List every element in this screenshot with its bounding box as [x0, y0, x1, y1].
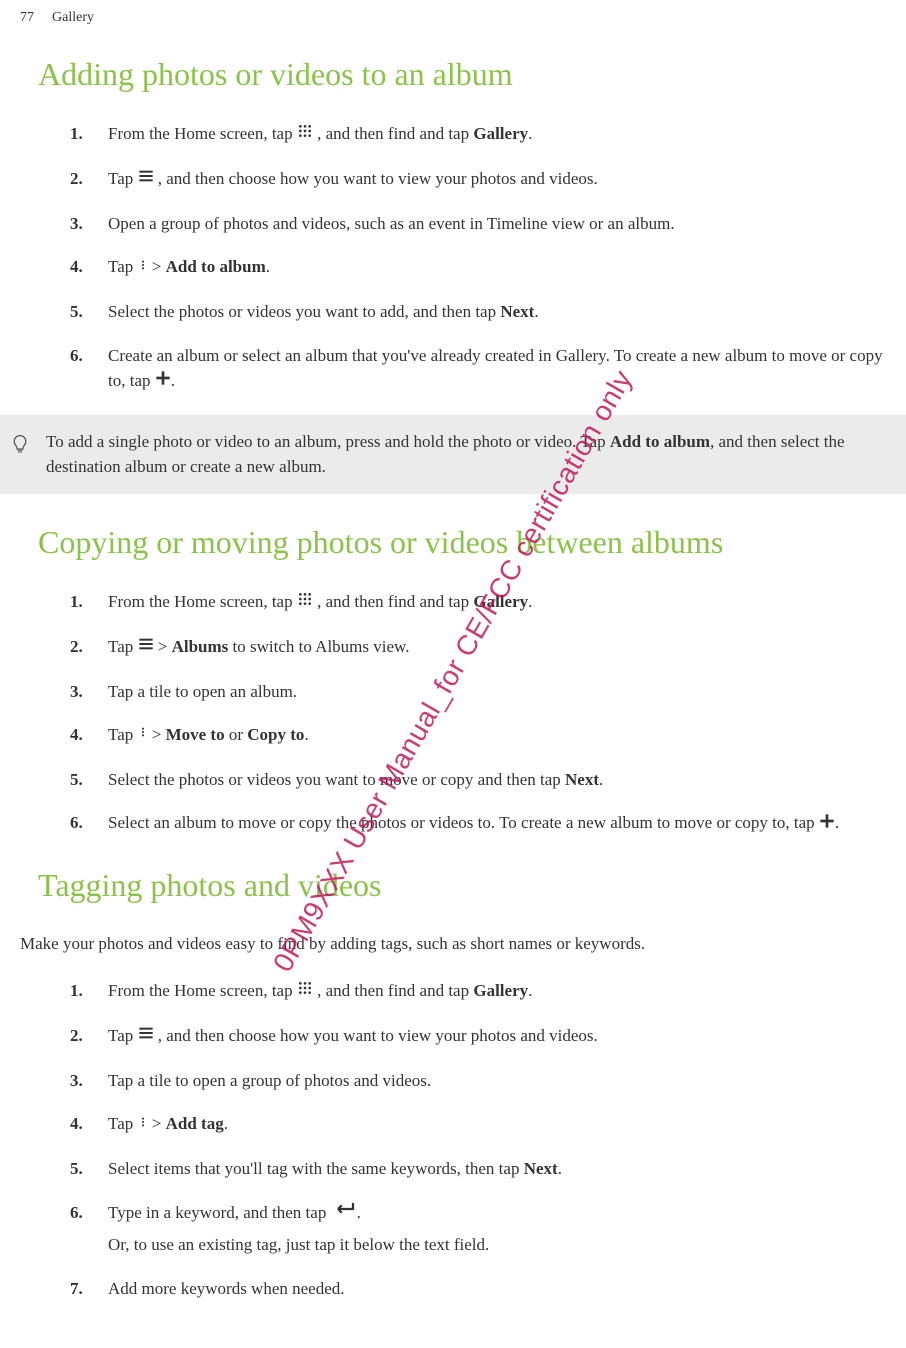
header-section: Gallery — [52, 10, 94, 26]
enter-icon — [331, 1200, 357, 1226]
step-item: 5. Select the photos or videos you want t… — [70, 299, 886, 325]
step-number: 5. — [70, 299, 88, 325]
step-item: 1. From the Home screen, tap , and then f… — [70, 978, 886, 1005]
step-item: 1. From the Home screen, tap , and then f… — [70, 589, 886, 616]
step-text: Add more keywords when needed. — [108, 1276, 886, 1302]
menu-icon — [138, 634, 154, 660]
step-number: 5. — [70, 767, 88, 793]
step-item: 2. Tap , and then choose how you want to … — [70, 1023, 886, 1050]
more-icon — [138, 255, 148, 281]
step-text: Tap , and then choose how you want to vi… — [108, 166, 886, 193]
step-number: 6. — [70, 810, 88, 836]
step-number: 1. — [70, 589, 88, 615]
section-intro: Make your photos and videos easy to find… — [20, 932, 906, 956]
steps-list: 1. From the Home screen, tap , and then f… — [70, 121, 886, 395]
step-item: 3. Open a group of photos and videos, suc… — [70, 211, 886, 237]
plus-icon — [155, 368, 171, 394]
step-text: Tap > Add tag. — [108, 1111, 886, 1138]
step-item: 6. Create an album or select an album tha… — [70, 343, 886, 395]
step-number: 1. — [70, 978, 88, 1004]
step-text: From the Home screen, tap , and then fin… — [108, 978, 886, 1005]
steps-list: 1. From the Home screen, tap , and then f… — [70, 978, 886, 1301]
step-number: 2. — [70, 1023, 88, 1049]
step-number: 6. — [70, 343, 88, 369]
step-text: Select an album to move or copy the phot… — [108, 810, 886, 837]
step-number: 4. — [70, 722, 88, 748]
step-item: 7. Add more keywords when needed. — [70, 1276, 886, 1302]
lightbulb-icon — [10, 433, 30, 460]
step-text: Tap > Move to or Copy to. — [108, 722, 886, 749]
step-item: 2. Tap , and then choose how you want to … — [70, 166, 886, 193]
step-item: 4. Tap > Add tag. — [70, 1111, 886, 1138]
step-number: 2. — [70, 166, 88, 192]
step-item: 6. Type in a keyword, and then tap .Or, t… — [70, 1200, 886, 1258]
step-text: Open a group of photos and videos, such … — [108, 211, 886, 237]
plus-icon — [819, 811, 835, 837]
step-text: Tap > Albums to switch to Albums view. — [108, 634, 886, 661]
apps-icon — [297, 978, 313, 1004]
steps-list: 1. From the Home screen, tap , and then f… — [70, 589, 886, 837]
step-number: 4. — [70, 254, 88, 280]
step-number: 3. — [70, 679, 88, 705]
page-header: 77 Gallery — [0, 10, 906, 26]
step-text: Select items that you'll tag with the sa… — [108, 1156, 886, 1182]
apps-icon — [297, 121, 313, 147]
step-item: 4. Tap > Move to or Copy to. — [70, 722, 886, 749]
section-heading: Adding photos or videos to an album — [38, 56, 906, 93]
page-number: 77 — [20, 10, 34, 26]
step-item: 2. Tap > Albums to switch to Albums view. — [70, 634, 886, 661]
step-text: Select the photos or videos you want to … — [108, 299, 886, 325]
step-text: Tap , and then choose how you want to vi… — [108, 1023, 886, 1050]
step-item: 3. Tap a tile to open an album. — [70, 679, 886, 705]
more-icon — [138, 722, 148, 748]
step-item: 5. Select items that you'll tag with the … — [70, 1156, 886, 1182]
tip-text: To add a single photo or video to an alb… — [46, 429, 896, 480]
apps-icon — [297, 589, 313, 615]
step-text: Select the photos or videos you want to … — [108, 767, 886, 793]
step-number: 2. — [70, 634, 88, 660]
step-number: 1. — [70, 121, 88, 147]
menu-icon — [138, 166, 154, 192]
step-number: 5. — [70, 1156, 88, 1182]
step-text: Create an album or select an album that … — [108, 343, 886, 395]
step-number: 3. — [70, 1068, 88, 1094]
menu-icon — [138, 1023, 154, 1049]
step-number: 7. — [70, 1276, 88, 1302]
more-icon — [138, 1112, 148, 1138]
step-item: 3. Tap a tile to open a group of photos a… — [70, 1068, 886, 1094]
step-number: 4. — [70, 1111, 88, 1137]
step-text: Tap a tile to open an album. — [108, 679, 886, 705]
step-text: Tap a tile to open a group of photos and… — [108, 1068, 886, 1094]
section-heading: Copying or moving photos or videos betwe… — [38, 524, 906, 561]
step-item: 5. Select the photos or videos you want t… — [70, 767, 886, 793]
step-text: Tap > Add to album. — [108, 254, 886, 281]
step-text: From the Home screen, tap , and then fin… — [108, 589, 886, 616]
step-text: From the Home screen, tap , and then fin… — [108, 121, 886, 148]
step-number: 3. — [70, 211, 88, 237]
step-item: 4. Tap > Add to album. — [70, 254, 886, 281]
section-heading: Tagging photos and videos — [38, 867, 906, 904]
step-text: Type in a keyword, and then tap .Or, to … — [108, 1200, 886, 1258]
tip-box: To add a single photo or video to an alb… — [0, 415, 906, 494]
step-number: 6. — [70, 1200, 88, 1226]
step-item: 6. Select an album to move or copy the ph… — [70, 810, 886, 837]
step-item: 1. From the Home screen, tap , and then f… — [70, 121, 886, 148]
